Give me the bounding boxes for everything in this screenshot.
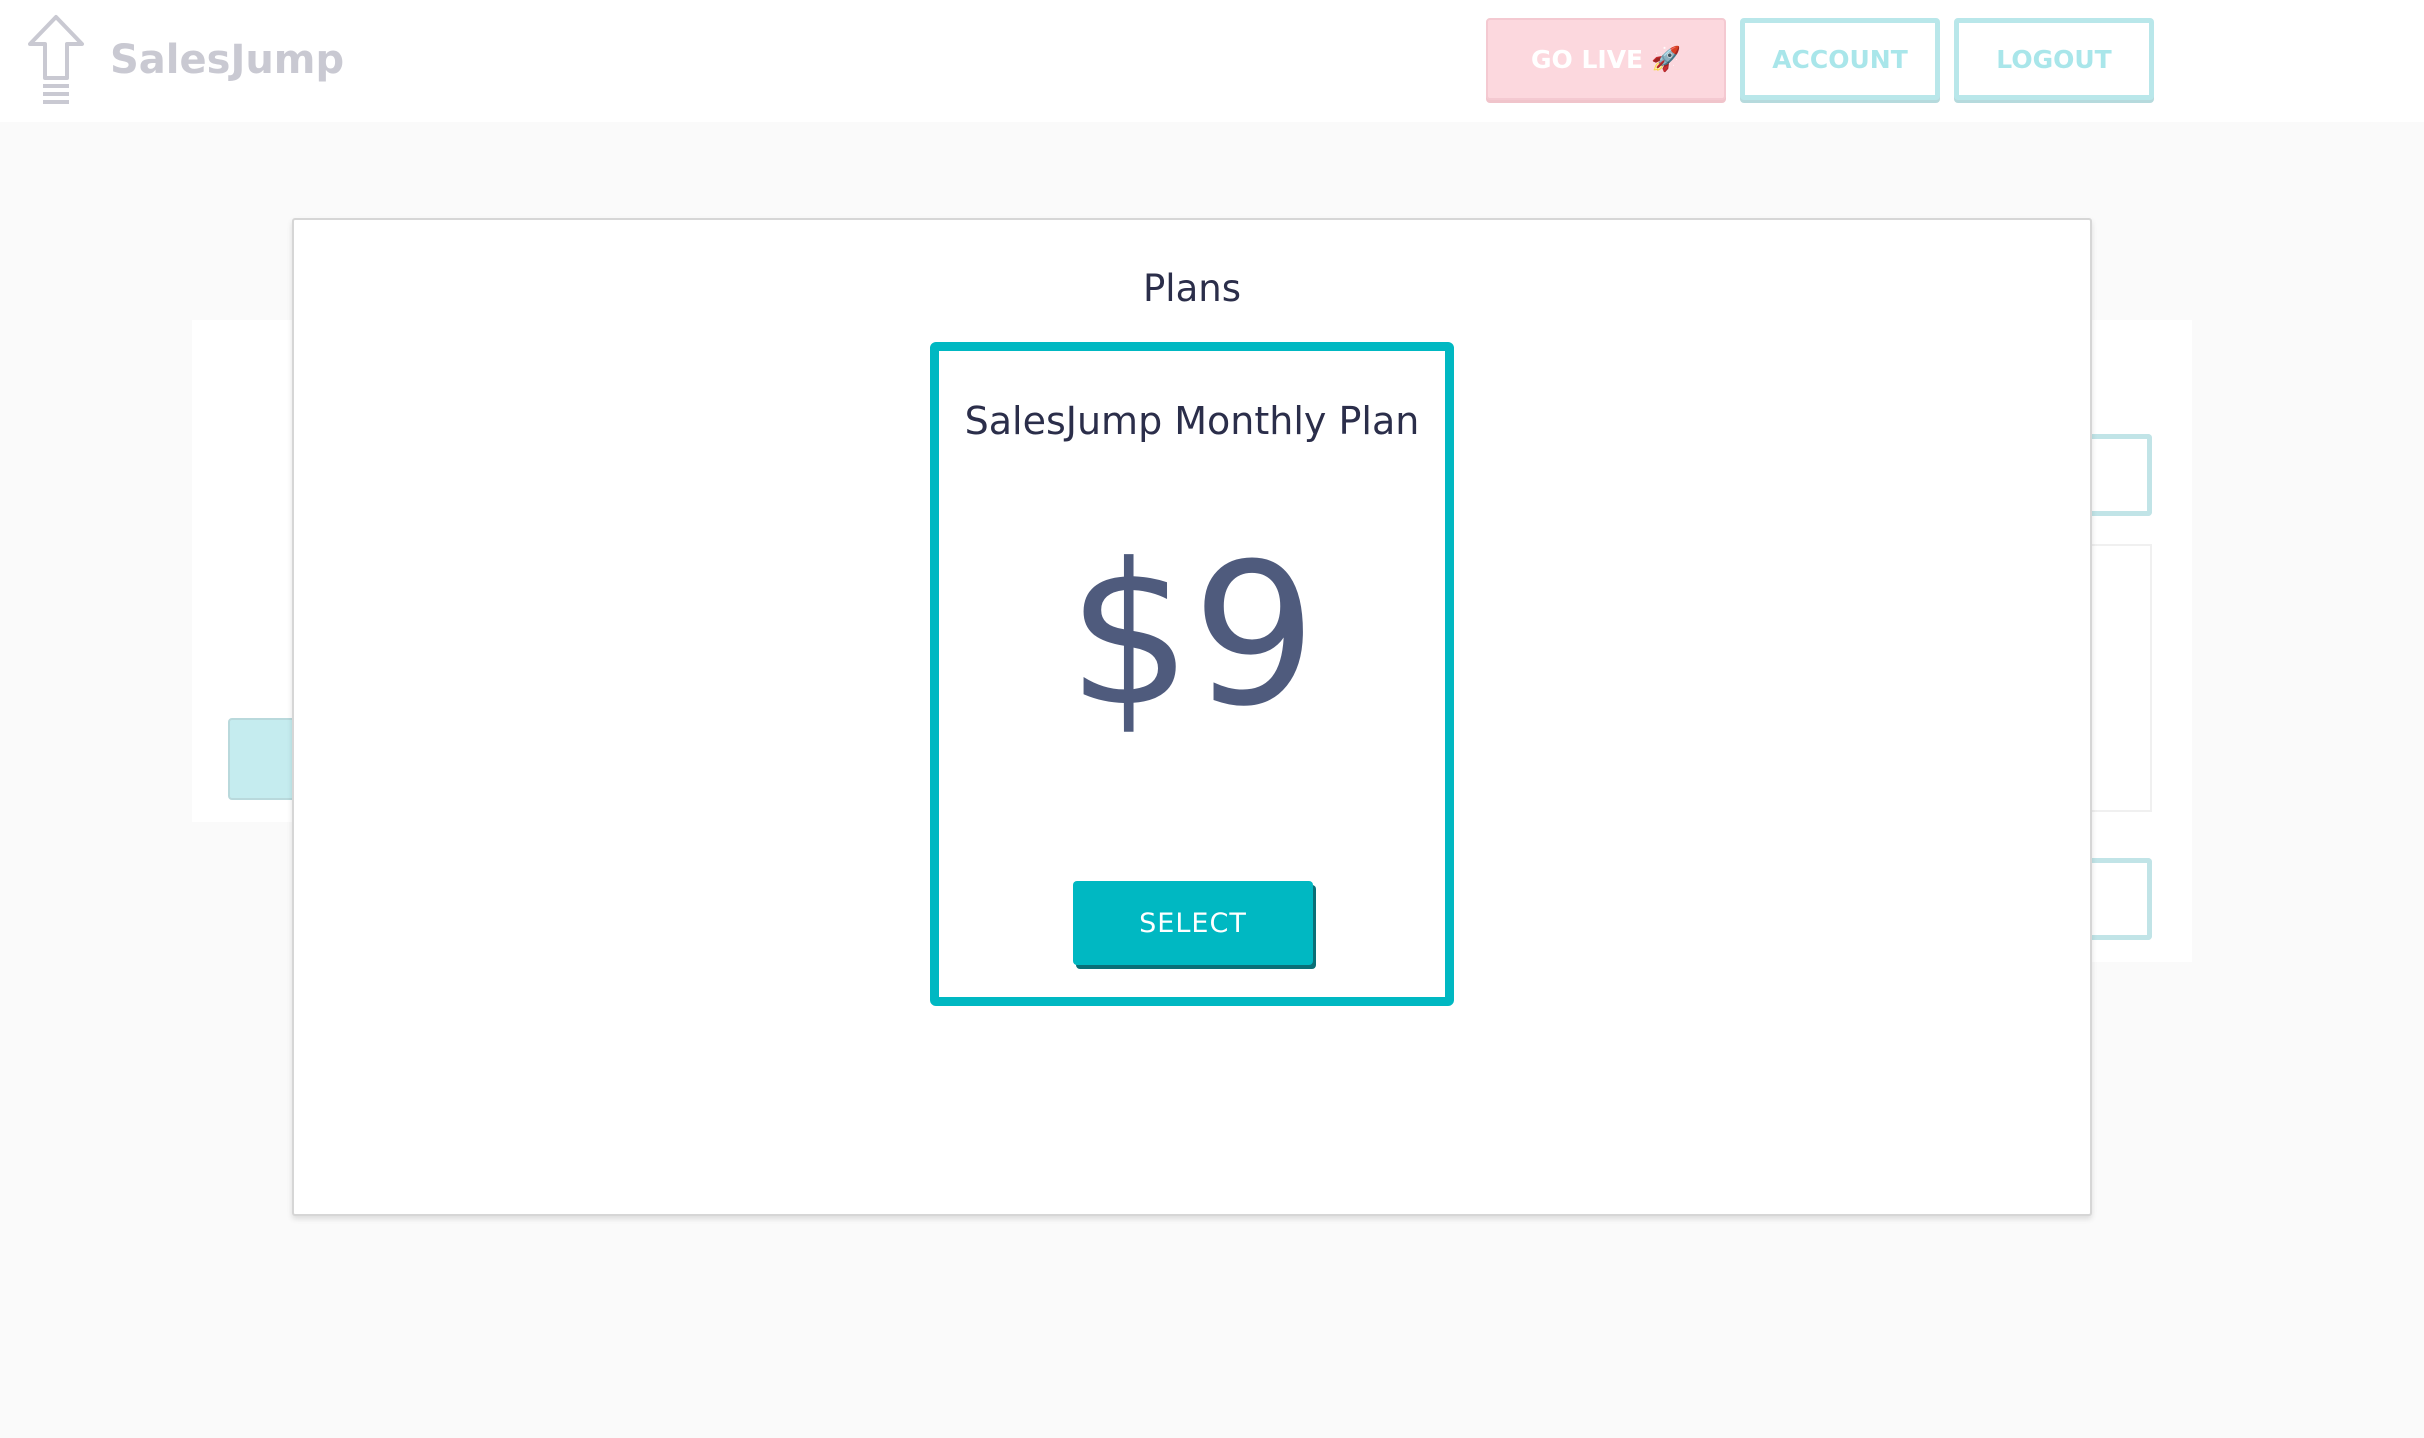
up-arrow-logo-icon <box>28 15 84 104</box>
go-live-label: GO LIVE <box>1530 44 1644 74</box>
top-navbar: SalesJump GO LIVE 🚀 ACCOUNT LOGOUT <box>0 0 2424 122</box>
brand-name: SalesJump <box>110 37 345 83</box>
modal-title: Plans <box>1143 267 1241 310</box>
plan-name: SalesJump Monthly Plan <box>964 399 1420 443</box>
go-live-button[interactable]: GO LIVE 🚀 <box>1486 18 1726 100</box>
plan-card: SalesJump Monthly Plan $9 SELECT <box>930 342 1454 1006</box>
select-plan-button[interactable]: SELECT <box>1073 881 1313 965</box>
plan-price: $9 <box>1067 522 1317 750</box>
account-button[interactable]: ACCOUNT <box>1740 18 1940 100</box>
rocket-icon: 🚀 <box>1651 45 1682 73</box>
plans-modal: Plans SalesJump Monthly Plan $9 SELECT <box>292 218 2092 1216</box>
logout-button[interactable]: LOGOUT <box>1954 18 2154 100</box>
